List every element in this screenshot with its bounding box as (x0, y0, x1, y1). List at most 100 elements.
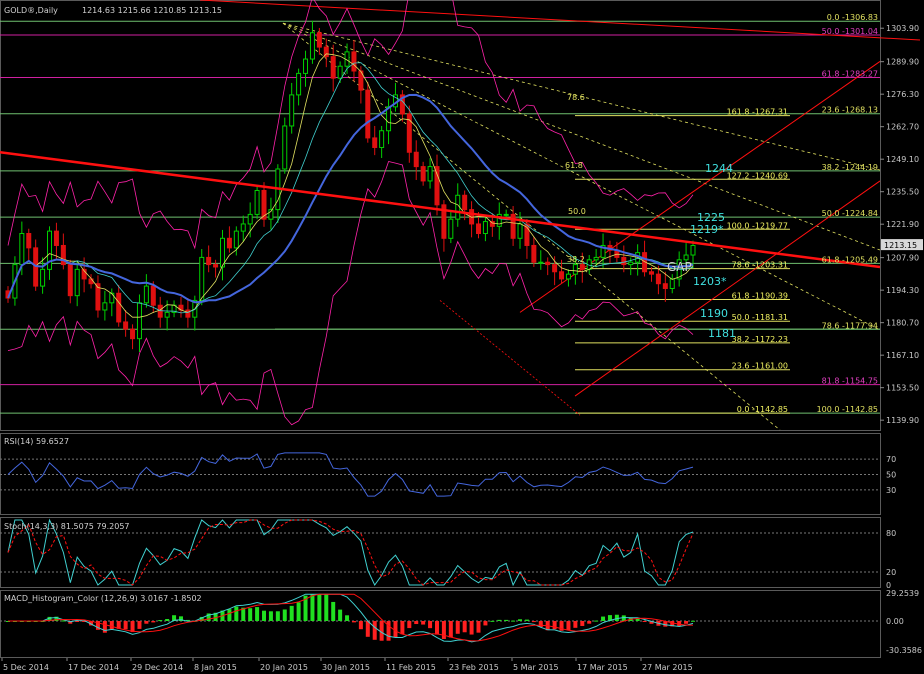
price-axis-label-1: 1289.90 (886, 58, 919, 67)
rsi-level-label-2: 30 (886, 486, 896, 495)
macd-histogram-bar (317, 594, 322, 621)
fib-level-label-7: 78.6 -1177.94 (822, 321, 878, 330)
fib-level-label-1: 50.0 -1301.04 (822, 27, 878, 36)
macd-histogram-bar (504, 619, 509, 621)
macd-histogram-bar (296, 602, 301, 621)
candle-body (420, 166, 426, 182)
candle-body (690, 244, 696, 256)
fib-inner-label-4: 61.8 -1190.39 (732, 292, 788, 301)
candle-body (136, 302, 142, 340)
candle-body (109, 292, 115, 304)
stoch-level-label-0: 80 (886, 529, 896, 538)
candle-body (226, 237, 232, 249)
candle-body (572, 264, 578, 275)
macd-histogram-bar (428, 621, 433, 629)
macd-histogram-bar (601, 616, 606, 621)
rsi-level-label-0: 70 (886, 455, 896, 464)
candle-body (123, 321, 129, 330)
ma-fast-line (7, 53, 694, 318)
candle-body (199, 256, 205, 301)
candle-body (254, 189, 260, 215)
annotation-1244: 1244 (705, 162, 733, 175)
macd-histogram-bar (566, 621, 571, 631)
candle-body (545, 261, 551, 266)
macd-histogram-bar (462, 621, 467, 633)
macd-histogram-bar (434, 621, 439, 635)
candle-body (621, 256, 627, 266)
macd-histogram-bar (441, 621, 446, 640)
chart-canvas[interactable]: 1303.90 1289.90 1276.30 1262.70 1249.10 1235.… (0, 0, 924, 674)
candle-body (434, 166, 440, 206)
price-axis-label-9: 1180.70 (886, 319, 919, 328)
red-trendline-top (199, 0, 921, 41)
price-axis-label-3: 1262.70 (886, 123, 919, 132)
fan-label-3: 38.2 (567, 255, 585, 264)
macd-histogram-bar (234, 606, 239, 621)
ohlc-readout: 1214.63 1215.66 1210.85 1213.15 (82, 6, 222, 15)
candle-body (130, 328, 136, 340)
candle-body (102, 302, 108, 311)
macd-histogram-bar (130, 621, 135, 633)
fib-level-label-5: 50.0 -1224.84 (822, 209, 878, 218)
macd-title: MACD_Histogram_Color (12,26,9) 3.0167 -1… (4, 594, 202, 603)
time-axis-label-8: 5 Mar 2015 (513, 663, 559, 672)
fib-inner-label-3: 78.6 -1203.31 (732, 261, 788, 270)
candle-body (662, 283, 668, 289)
red-dotted-line (439, 300, 581, 416)
candle-body (53, 230, 59, 246)
rsi-level-label-1: 50 (886, 471, 896, 480)
candle-body (213, 264, 219, 268)
time-axis-label-1: 17 Dec 2014 (68, 663, 119, 672)
fib-inner-label-7: 23.6 -1161.00 (732, 362, 788, 371)
rsi-title: RSI(14) 59.6527 (4, 437, 69, 446)
candle-body (309, 32, 315, 60)
macd-level-label-0: 29.2539 (886, 589, 919, 598)
candle-body (517, 223, 523, 239)
candle-body (185, 309, 191, 318)
macd-histogram-bar (365, 621, 370, 637)
symbol-title: GOLD®,Daily (4, 6, 58, 15)
candle-body (330, 56, 336, 79)
fan-label-0: 78.6 (567, 93, 585, 102)
candle-body (427, 166, 433, 182)
candle-body (552, 264, 558, 273)
candle-body (462, 194, 468, 211)
candle-body (559, 271, 565, 280)
macd-histogram-bar (372, 621, 377, 640)
price-axis-label-0: 1303.90 (886, 24, 919, 33)
fib-inner-label-6: 38.2 -1172.23 (732, 335, 788, 344)
macd-histogram-bar (476, 621, 481, 633)
candle-body (482, 221, 488, 235)
macd-histogram-bar (338, 609, 343, 621)
candle-body (303, 58, 309, 74)
time-axis-label-3: 8 Jan 2015 (194, 663, 237, 672)
candle-body (579, 264, 585, 270)
macd-histogram-bar (497, 619, 502, 621)
candle-body (351, 51, 357, 72)
candle-body (413, 151, 419, 168)
current-price-label: 1213.15 (884, 241, 917, 250)
time-axis-label-10: 27 Mar 2015 (642, 663, 693, 672)
stoch-title: Stoch(14,3,3) 81.5075 79.2057 (4, 522, 130, 531)
macd-histogram-bar (524, 619, 529, 621)
macd-histogram-bar (587, 621, 592, 624)
macd-histogram-bar (227, 609, 232, 621)
candle-body (538, 261, 544, 264)
macd-histogram-bar (448, 621, 453, 638)
macd-histogram-bar (580, 621, 585, 626)
candle-body (143, 285, 149, 304)
time-axis-label-2: 29 Dec 2014 (132, 663, 183, 672)
macd-histogram-bar (61, 620, 66, 622)
candle-body (19, 233, 25, 266)
band-upper (7, 0, 694, 250)
candle-body (365, 89, 371, 139)
candle-body (150, 285, 156, 306)
ma-red-long (0, 151, 881, 269)
macd-histogram-bar (594, 620, 599, 622)
macd-histogram-bar (400, 621, 405, 635)
candle-body (247, 213, 253, 225)
fib-level-label-9: 100.0 -1142.85 (817, 405, 878, 414)
candle-body (157, 304, 163, 318)
macd-histogram-bar (262, 610, 267, 621)
price-axis-label-11: 1153.50 (886, 384, 919, 393)
